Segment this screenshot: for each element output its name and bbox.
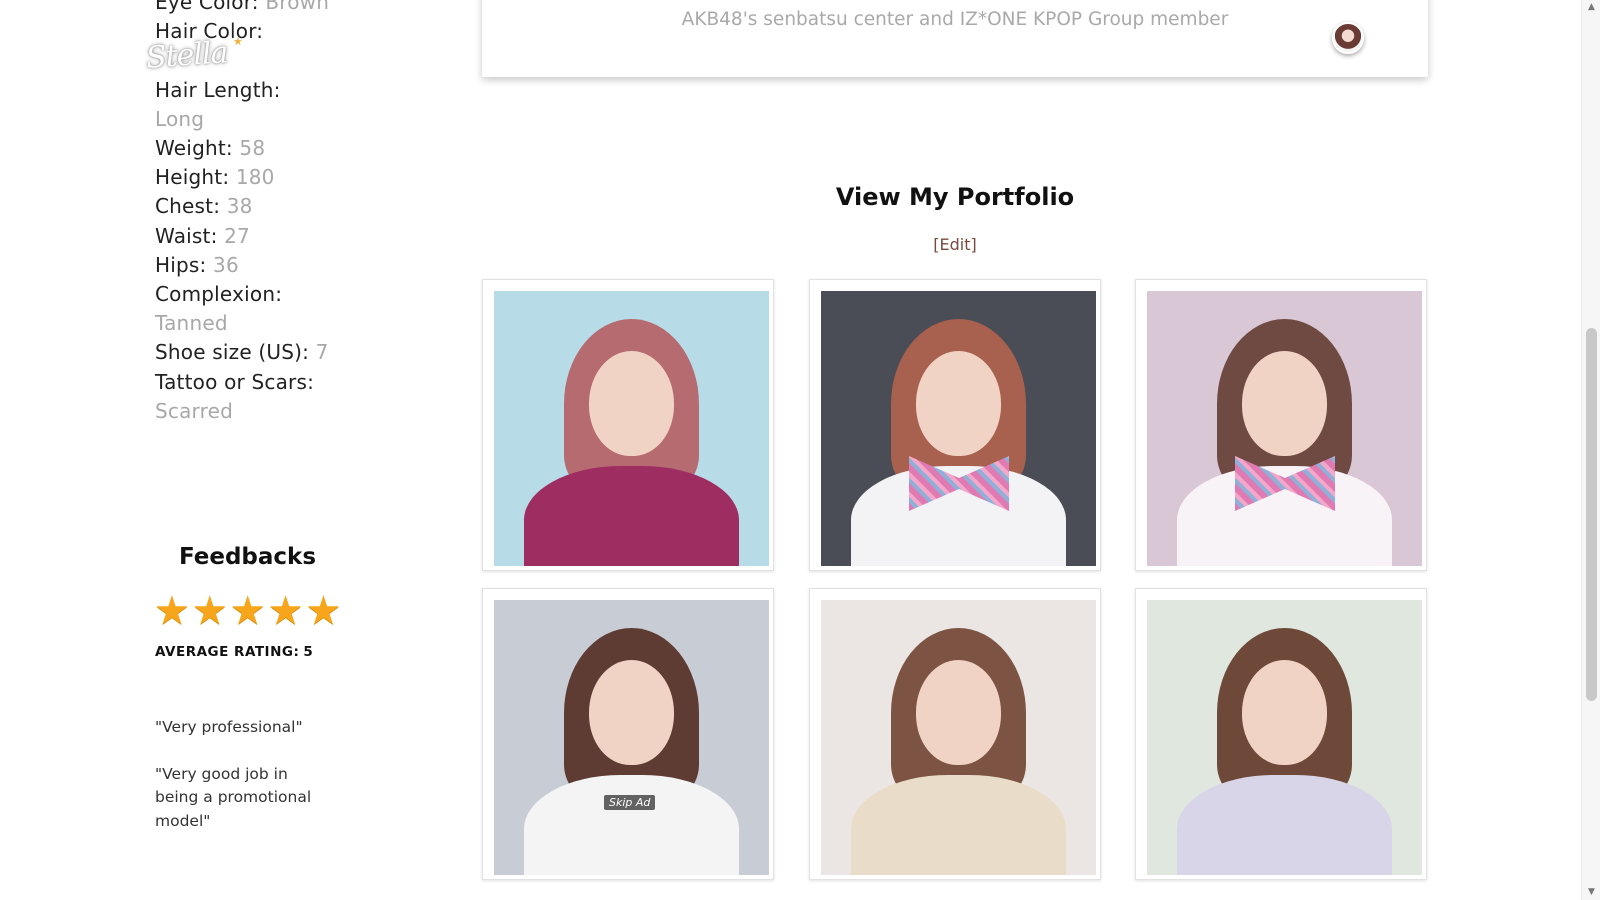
feedback-item: "Very good job in being a promotional mo… <box>155 764 312 830</box>
attribute-row: Eye Color: Brown <box>155 0 355 17</box>
average-rating-label: AVERAGE RATING: <box>155 644 300 660</box>
skip-ad-button[interactable]: Skip Ad <box>604 795 656 810</box>
feedback-list: "Very professional" "Very good job in bei… <box>155 716 335 856</box>
bio-text: AKB48's senbatsu center and IZ*ONE KPOP … <box>681 9 1229 30</box>
attribute-row: Hair Length: Long <box>155 76 355 134</box>
star-icon: ★ <box>267 588 304 634</box>
attribute-row: Tattoo or Scars: Scarred <box>155 368 355 426</box>
edit-portfolio-link[interactable]: [Edit] <box>933 235 976 254</box>
attribute-row: Complexion: Tanned <box>155 280 355 338</box>
portfolio-item[interactable] <box>1135 279 1427 571</box>
star-icon: ★ <box>154 588 190 634</box>
portfolio-item[interactable] <box>809 588 1101 880</box>
portfolio-photo <box>821 600 1096 875</box>
attribute-label: Hips: <box>155 252 207 277</box>
attribute-row: Height: 180 <box>155 163 355 192</box>
portfolio-photo <box>1147 291 1422 566</box>
portfolio-photo <box>821 291 1096 566</box>
average-rating-value: 5 <box>303 644 314 660</box>
attribute-label: Chest: <box>155 194 221 219</box>
attribute-value: 7 <box>315 340 329 365</box>
attribute-value <box>155 46 355 75</box>
portfolio-photo <box>494 291 769 566</box>
rating-stars: ★ ★ ★ ★ ★ <box>154 591 341 631</box>
attribute-label: Complexion: <box>155 282 283 307</box>
attribute-value: 27 <box>224 223 250 248</box>
attribute-row: Chest: 38 <box>155 192 355 221</box>
feedbacks-title: Feedbacks <box>178 544 317 570</box>
attribute-label: Hair Color: <box>155 19 264 44</box>
attribute-label: Waist: <box>155 223 218 248</box>
attribute-row: Waist: 27 <box>155 222 355 251</box>
attribute-label: Eye Color: <box>155 0 259 14</box>
attribute-row: Hips: 36 <box>155 251 355 280</box>
attribute-label: Shoe size (US): <box>155 340 310 365</box>
page-scrollbar[interactable]: ▲ ▼ <box>1581 0 1600 900</box>
attribute-value: 58 <box>239 136 266 161</box>
portfolio-item[interactable]: Skip Ad <box>482 588 774 880</box>
portfolio-photo <box>1147 600 1422 875</box>
attribute-label: Height: <box>155 165 230 190</box>
portfolio-item[interactable] <box>1135 588 1427 880</box>
attribute-value: Scarred <box>155 398 234 423</box>
attribute-row: Weight: 58 <box>155 134 355 163</box>
portfolio-item[interactable] <box>482 279 774 571</box>
attribute-value: 36 <box>213 252 239 277</box>
scroll-down-arrow-icon[interactable]: ▼ <box>1586 887 1597 897</box>
attribute-row: Shoe size (US): 7 <box>155 338 355 367</box>
attribute-label: Tattoo or Scars: <box>155 369 315 394</box>
attribute-value: Tanned <box>155 311 228 336</box>
attribute-value: Long <box>155 106 205 131</box>
portfolio-photo: Skip Ad <box>494 600 769 875</box>
feedback-item: "Very professional" <box>155 718 303 736</box>
star-icon: ★ <box>305 588 342 634</box>
attribute-value: Brown <box>265 0 330 14</box>
attribute-row: Hair Color: <box>155 17 355 75</box>
profile-attributes: Eye Color: Brown Hair Color: Hair Length:… <box>155 0 355 426</box>
portfolio-edit: [Edit] <box>482 235 1428 254</box>
attribute-label: Weight: <box>155 136 233 161</box>
star-icon: ★ <box>191 588 228 634</box>
logo-star-icon: ★ <box>233 35 243 48</box>
scroll-up-arrow-icon[interactable]: ▲ <box>1586 2 1597 12</box>
scrollbar-thumb[interactable] <box>1586 328 1597 701</box>
bio-card: AKB48's senbatsu center and IZ*ONE KPOP … <box>482 0 1428 77</box>
profile-page: Eye Color: Brown Hair Color: Hair Length:… <box>0 0 1600 900</box>
attribute-value: 180 <box>235 165 275 190</box>
average-rating: AVERAGE RATING: 5 <box>155 644 313 660</box>
portfolio-item[interactable] <box>809 279 1101 571</box>
attribute-value: 38 <box>226 194 253 219</box>
star-icon: ★ <box>229 588 266 634</box>
avatar[interactable] <box>1332 22 1364 54</box>
attribute-label: Hair Length: <box>155 77 281 102</box>
portfolio-title: View My Portfolio <box>835 183 1075 211</box>
